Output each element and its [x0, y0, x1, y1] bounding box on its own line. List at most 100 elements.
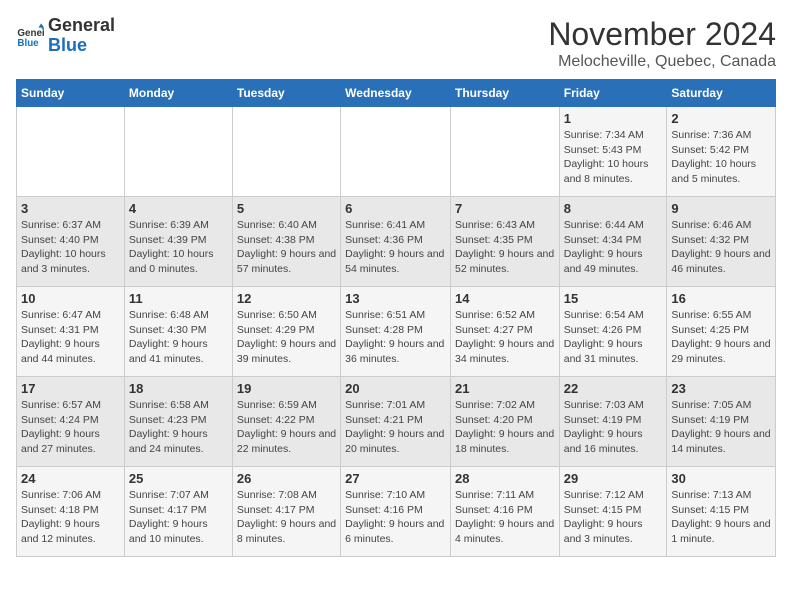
day-detail: Sunrise: 6:37 AM Sunset: 4:40 PM Dayligh…	[21, 218, 120, 277]
calendar-cell: 11Sunrise: 6:48 AM Sunset: 4:30 PM Dayli…	[124, 287, 232, 377]
day-detail: Sunrise: 7:12 AM Sunset: 4:15 PM Dayligh…	[564, 488, 663, 547]
day-detail: Sunrise: 6:59 AM Sunset: 4:22 PM Dayligh…	[237, 398, 336, 457]
location-title: Melocheville, Quebec, Canada	[548, 53, 776, 71]
calendar-cell: 5 Sunrise: 6:40 AM Sunset: 4:38 PM Daylig…	[232, 197, 340, 287]
day-number: 20	[345, 381, 446, 396]
day-number: 5	[237, 201, 336, 216]
day-number: 22	[564, 381, 663, 396]
header-monday: Monday	[124, 80, 232, 107]
day-number: 26	[237, 471, 336, 486]
calendar-cell: 19Sunrise: 6:59 AM Sunset: 4:22 PM Dayli…	[232, 377, 340, 467]
calendar-cell: 23 Sunrise: 7:05 AM Sunset: 4:19 PM Dayli…	[667, 377, 776, 467]
svg-text:Blue: Blue	[17, 38, 39, 49]
calendar-cell	[341, 107, 451, 197]
calendar-cell: 10Sunrise: 6:47 AM Sunset: 4:31 PM Dayli…	[17, 287, 125, 377]
day-detail: Sunrise: 6:55 AM Sunset: 4:25 PM Dayligh…	[671, 308, 771, 367]
day-number: 29	[564, 471, 663, 486]
day-number: 12	[237, 291, 336, 306]
day-number: 15	[564, 291, 663, 306]
calendar-week-1: 1 Sunrise: 7:34 AM Sunset: 5:43 PM Daylig…	[17, 107, 776, 197]
day-detail: Sunrise: 6:50 AM Sunset: 4:29 PM Dayligh…	[237, 308, 336, 367]
day-number: 6	[345, 201, 446, 216]
calendar-cell: 7Sunrise: 6:43 AM Sunset: 4:35 PM Daylig…	[450, 197, 559, 287]
day-detail: Sunrise: 6:58 AM Sunset: 4:23 PM Dayligh…	[129, 398, 228, 457]
day-detail: Sunrise: 7:06 AM Sunset: 4:18 PM Dayligh…	[21, 488, 120, 547]
day-number: 1	[564, 111, 663, 126]
day-number: 28	[455, 471, 555, 486]
calendar-week-5: 24 Sunrise: 7:06 AM Sunset: 4:18 PM Dayli…	[17, 467, 776, 557]
calendar-cell	[17, 107, 125, 197]
calendar-cell: 3 Sunrise: 6:37 AM Sunset: 4:40 PM Daylig…	[17, 197, 125, 287]
day-detail: Sunrise: 7:36 AM Sunset: 5:42 PM Dayligh…	[671, 128, 771, 187]
day-number: 30	[671, 471, 771, 486]
calendar-cell: 1 Sunrise: 7:34 AM Sunset: 5:43 PM Daylig…	[559, 107, 667, 197]
header-thursday: Thursday	[450, 80, 559, 107]
calendar-cell	[450, 107, 559, 197]
day-number: 14	[455, 291, 555, 306]
logo: General Blue General Blue	[16, 16, 115, 56]
calendar-cell: 30 Sunrise: 7:13 AM Sunset: 4:15 PM Dayli…	[667, 467, 776, 557]
header-sunday: Sunday	[17, 80, 125, 107]
calendar-cell: 18 Sunrise: 6:58 AM Sunset: 4:23 PM Dayli…	[124, 377, 232, 467]
calendar-cell: 16 Sunrise: 6:55 AM Sunset: 4:25 PM Dayli…	[667, 287, 776, 377]
day-number: 16	[671, 291, 771, 306]
calendar-cell	[124, 107, 232, 197]
logo-text: General Blue	[48, 16, 115, 56]
day-number: 23	[671, 381, 771, 396]
day-number: 2	[671, 111, 771, 126]
day-number: 17	[21, 381, 120, 396]
logo-icon: General Blue	[16, 22, 44, 50]
day-number: 18	[129, 381, 228, 396]
day-detail: Sunrise: 6:47 AM Sunset: 4:31 PM Dayligh…	[21, 308, 120, 367]
day-detail: Sunrise: 7:10 AM Sunset: 4:16 PM Dayligh…	[345, 488, 446, 547]
calendar-header-row: SundayMondayTuesdayWednesdayThursdayFrid…	[17, 80, 776, 107]
day-detail: Sunrise: 6:39 AM Sunset: 4:39 PM Dayligh…	[129, 218, 228, 277]
day-number: 9	[671, 201, 771, 216]
day-detail: Sunrise: 6:54 AM Sunset: 4:26 PM Dayligh…	[564, 308, 663, 367]
day-detail: Sunrise: 6:41 AM Sunset: 4:36 PM Dayligh…	[345, 218, 446, 277]
calendar-week-2: 3 Sunrise: 6:37 AM Sunset: 4:40 PM Daylig…	[17, 197, 776, 287]
day-number: 24	[21, 471, 120, 486]
calendar-cell: 8Sunrise: 6:44 AM Sunset: 4:34 PM Daylig…	[559, 197, 667, 287]
calendar-cell: 20 Sunrise: 7:01 AM Sunset: 4:21 PM Dayli…	[341, 377, 451, 467]
day-detail: Sunrise: 6:51 AM Sunset: 4:28 PM Dayligh…	[345, 308, 446, 367]
month-title: November 2024	[548, 16, 776, 53]
day-number: 11	[129, 291, 228, 306]
calendar-cell: 4Sunrise: 6:39 AM Sunset: 4:39 PM Daylig…	[124, 197, 232, 287]
page-header: General Blue General Blue November 2024 …	[16, 16, 776, 71]
calendar-cell: 21Sunrise: 7:02 AM Sunset: 4:20 PM Dayli…	[450, 377, 559, 467]
day-number: 25	[129, 471, 228, 486]
day-detail: Sunrise: 7:01 AM Sunset: 4:21 PM Dayligh…	[345, 398, 446, 457]
calendar-cell: 22 Sunrise: 7:03 AM Sunset: 4:19 PM Dayli…	[559, 377, 667, 467]
day-detail: Sunrise: 7:03 AM Sunset: 4:19 PM Dayligh…	[564, 398, 663, 457]
calendar-cell: 17 Sunrise: 6:57 AM Sunset: 4:24 PM Dayli…	[17, 377, 125, 467]
day-detail: Sunrise: 6:57 AM Sunset: 4:24 PM Dayligh…	[21, 398, 120, 457]
day-detail: Sunrise: 6:44 AM Sunset: 4:34 PM Dayligh…	[564, 218, 663, 277]
calendar-cell: 24 Sunrise: 7:06 AM Sunset: 4:18 PM Dayli…	[17, 467, 125, 557]
day-detail: Sunrise: 7:34 AM Sunset: 5:43 PM Dayligh…	[564, 128, 663, 187]
day-detail: Sunrise: 7:02 AM Sunset: 4:20 PM Dayligh…	[455, 398, 555, 457]
day-detail: Sunrise: 7:05 AM Sunset: 4:19 PM Dayligh…	[671, 398, 771, 457]
calendar-cell: 28Sunrise: 7:11 AM Sunset: 4:16 PM Dayli…	[450, 467, 559, 557]
calendar-week-3: 10Sunrise: 6:47 AM Sunset: 4:31 PM Dayli…	[17, 287, 776, 377]
calendar-cell: 13 Sunrise: 6:51 AM Sunset: 4:28 PM Dayli…	[341, 287, 451, 377]
day-detail: Sunrise: 6:46 AM Sunset: 4:32 PM Dayligh…	[671, 218, 771, 277]
day-detail: Sunrise: 7:08 AM Sunset: 4:17 PM Dayligh…	[237, 488, 336, 547]
day-number: 3	[21, 201, 120, 216]
day-detail: Sunrise: 6:40 AM Sunset: 4:38 PM Dayligh…	[237, 218, 336, 277]
calendar-cell: 26 Sunrise: 7:08 AM Sunset: 4:17 PM Dayli…	[232, 467, 340, 557]
calendar-cell: 12 Sunrise: 6:50 AM Sunset: 4:29 PM Dayli…	[232, 287, 340, 377]
calendar-cell: 25Sunrise: 7:07 AM Sunset: 4:17 PM Dayli…	[124, 467, 232, 557]
header-tuesday: Tuesday	[232, 80, 340, 107]
day-detail: Sunrise: 6:52 AM Sunset: 4:27 PM Dayligh…	[455, 308, 555, 367]
calendar-cell: 14 Sunrise: 6:52 AM Sunset: 4:27 PM Dayli…	[450, 287, 559, 377]
calendar-cell: 6 Sunrise: 6:41 AM Sunset: 4:36 PM Daylig…	[341, 197, 451, 287]
calendar-cell: 29 Sunrise: 7:12 AM Sunset: 4:15 PM Dayli…	[559, 467, 667, 557]
day-number: 7	[455, 201, 555, 216]
day-number: 13	[345, 291, 446, 306]
calendar-cell: 15 Sunrise: 6:54 AM Sunset: 4:26 PM Dayli…	[559, 287, 667, 377]
calendar-table: SundayMondayTuesdayWednesdayThursdayFrid…	[16, 79, 776, 557]
title-area: November 2024 Melocheville, Quebec, Cana…	[548, 16, 776, 71]
day-detail: Sunrise: 7:13 AM Sunset: 4:15 PM Dayligh…	[671, 488, 771, 547]
day-number: 27	[345, 471, 446, 486]
